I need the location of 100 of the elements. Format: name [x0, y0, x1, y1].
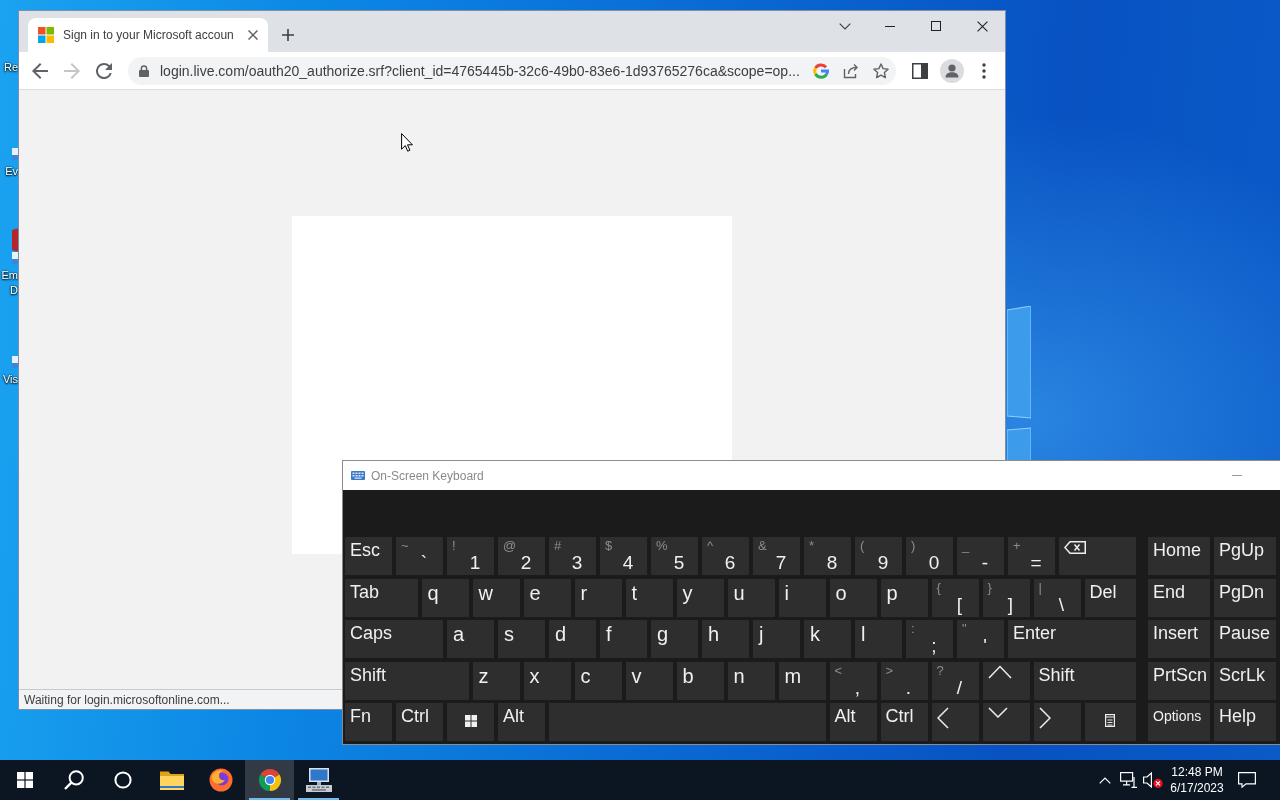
menu-key[interactable]: [1084, 703, 1136, 741]
keyboard-key[interactable]: & 7: [753, 537, 800, 575]
keyboard-key[interactable]: Help: [1214, 703, 1276, 741]
close-icon: [248, 30, 258, 40]
keyboard-key[interactable]: z: [472, 661, 520, 700]
four-squares-logo-icon: [38, 27, 54, 43]
keyboard-key[interactable]: ! 1: [447, 537, 494, 575]
keyboard-key[interactable]: * 8: [804, 537, 851, 575]
clock[interactable]: 12:48 PM 6/17/2023: [1167, 760, 1227, 800]
share-icon: [842, 62, 859, 79]
keyboard-key[interactable]: : ;: [906, 620, 953, 658]
keyboard-key[interactable]: g: [651, 620, 698, 658]
browser-tab[interactable]: Sign in to your Microsoft accoun: [28, 18, 268, 52]
keyboard-key[interactable]: ScrLk: [1214, 661, 1276, 700]
arrow-up-key[interactable]: [982, 661, 1030, 700]
keyboard-key[interactable]: a: [447, 620, 494, 658]
keyboard-key[interactable]: Pause: [1214, 620, 1276, 658]
keyboard-key[interactable]: n: [727, 661, 775, 700]
keyboard-key[interactable]: k: [804, 620, 851, 658]
keyboard-key[interactable]: Home: [1148, 537, 1210, 575]
keyboard-key[interactable]: p: [880, 578, 928, 617]
backspace-key[interactable]: [1059, 537, 1136, 575]
url-text: login.live.com/oauth20_authorize.srf?client_id=4765445b-32c6-49b0-83e6-1d93765276ca&scope=op...: [160, 62, 800, 79]
keyboard-key[interactable]: + =: [1008, 537, 1055, 575]
keyboard-key[interactable]: Del: [1084, 578, 1136, 617]
keyboard-key[interactable]: $ 4: [600, 537, 647, 575]
keyboard-key[interactable]: _ -: [957, 537, 1004, 575]
keyboard-key[interactable]: b: [676, 661, 724, 700]
address-bar[interactable]: login.live.com/oauth20_authorize.srf?client_id=4765445b-32c6-49b0-83e6-1d93765276ca&scope=op...: [128, 56, 896, 85]
keyboard-key[interactable]: Enter: [1008, 620, 1136, 658]
keyboard-key[interactable]: Alt: [498, 703, 545, 741]
keyboard-key[interactable]: Ctrl: [396, 703, 443, 741]
keyboard-key[interactable]: | \: [1033, 578, 1081, 617]
keyboard-key[interactable]: o: [829, 578, 877, 617]
keyboard-key[interactable]: s: [498, 620, 545, 658]
arrow-right-icon: [1038, 707, 1051, 729]
keyboard-key[interactable]: Ctrl: [880, 703, 928, 741]
keyboard-key[interactable]: i: [778, 578, 826, 617]
keyboard-key[interactable]: ) 0: [906, 537, 953, 575]
keyboard-key[interactable]: { [: [931, 578, 979, 617]
keyboard-key[interactable]: PrtScn: [1148, 661, 1210, 700]
arrow-down-key[interactable]: [982, 703, 1030, 741]
keyboard-key[interactable]: End: [1148, 578, 1210, 617]
back-arrow-icon: [32, 62, 48, 79]
keyboard-key[interactable]: PgUp: [1214, 537, 1276, 575]
chevron-up-icon: [1099, 776, 1111, 784]
arrow-up-icon: [987, 664, 1012, 679]
keyboard-key[interactable]: > .: [880, 661, 928, 700]
tab-close-button[interactable]: [245, 27, 261, 43]
backspace-icon: [1064, 541, 1086, 554]
keyboard-key[interactable]: Tab: [345, 578, 418, 617]
shortcut-icon[interactable]: [12, 356, 18, 368]
search-icon: [63, 770, 84, 790]
windows-key[interactable]: [447, 703, 494, 741]
keyboard-key[interactable]: < ,: [829, 661, 877, 700]
keyboard-key[interactable]: v: [625, 661, 673, 700]
keyboard-icon: [351, 471, 365, 480]
taskbar-app-button[interactable]: [245, 760, 294, 800]
keyboard-key[interactable]: f: [600, 620, 647, 658]
keyboard-key[interactable]: ? /: [931, 661, 979, 700]
shortcut-icon[interactable]: [12, 252, 18, 264]
keyboard-key[interactable]: h: [702, 620, 749, 658]
keyboard-key[interactable]: ^ 6: [702, 537, 749, 575]
keyboard-key[interactable]: c: [574, 661, 622, 700]
keyboard-key[interactable]: w: [472, 578, 520, 617]
keyboard-key[interactable]: d: [549, 620, 596, 658]
keyboard-key[interactable]: % 5: [651, 537, 698, 575]
keyboard-key[interactable]: y: [676, 578, 724, 617]
keyboard-key[interactable]: x: [523, 661, 571, 700]
keyboard-key[interactable]: t: [625, 578, 673, 617]
keyboard-key[interactable]: ( 9: [855, 537, 902, 575]
keyboard-key[interactable]: Shift: [345, 661, 469, 700]
profile-button[interactable]: [938, 56, 966, 85]
keyboard-key[interactable]: e: [523, 578, 571, 617]
reload-icon: [96, 62, 112, 79]
keyboard-key[interactable]: } ]: [982, 578, 1030, 617]
keyboard-key[interactable]: Shift: [1033, 661, 1136, 700]
keyboard-key[interactable]: Insert: [1148, 620, 1210, 658]
keyboard-key[interactable]: Alt: [829, 703, 877, 741]
arrow-left-key[interactable]: [931, 703, 979, 741]
keyboard-key[interactable]: Options: [1148, 703, 1210, 741]
keyboard-key[interactable]: ~ `: [396, 537, 443, 575]
monitor-keyboard-icon: [305, 768, 332, 792]
keyboard-key[interactable]: Caps: [345, 620, 443, 658]
maximize-icon: [931, 21, 941, 31]
shortcut-icon[interactable]: [12, 148, 18, 160]
keyboard-key[interactable]: Fn: [345, 703, 392, 741]
arrow-right-key[interactable]: [1033, 703, 1081, 741]
keyboard-key[interactable]: r: [574, 578, 622, 617]
keyboard-key[interactable]: @ 2: [498, 537, 545, 575]
keyboard-key[interactable]: q: [421, 578, 469, 617]
keyboard-key[interactable]: l: [855, 620, 902, 658]
keyboard-key[interactable]: " ': [957, 620, 1004, 658]
keyboard-key[interactable]: Esc: [345, 537, 392, 575]
keyboard-key[interactable]: m: [778, 661, 826, 700]
keyboard-key[interactable]: j: [753, 620, 800, 658]
keyboard-key[interactable]: PgDn: [1214, 578, 1276, 617]
keyboard-key[interactable]: # 3: [549, 537, 596, 575]
keyboard-key[interactable]: u: [727, 578, 775, 617]
ring-icon: [113, 771, 132, 789]
